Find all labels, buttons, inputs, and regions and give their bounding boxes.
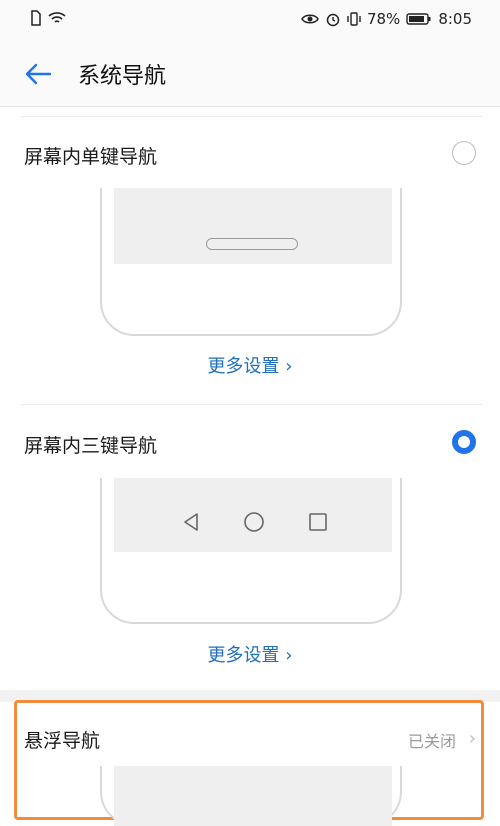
nav-back-icon [184,513,198,531]
nav-pill-icon [206,238,298,250]
sim-card-icon [31,10,41,26]
phone-screen [114,188,392,264]
status-right: 78% 8:05 [301,10,472,28]
status-time: 8:05 [438,10,472,28]
radio-single-key[interactable] [452,141,476,165]
battery-icon [406,13,431,25]
battery-percent: 78% [366,10,401,28]
nav-recent-icon [309,513,327,531]
alarm-icon [326,13,340,27]
radio-three-key[interactable] [452,430,476,454]
header: 系统导航 [0,40,500,107]
status-left [30,10,66,26]
option-three-key-label[interactable]: 屏幕内三键导航 [24,431,157,458]
eye-icon [301,14,319,24]
phone-preview-three-key [100,478,402,624]
divider [20,116,482,117]
wifi-icon [48,12,66,23]
divider [20,404,482,405]
back-button[interactable] [20,56,56,92]
floating-nav-status: 已关闭 [407,732,456,751]
more-settings-link-2[interactable]: 更多设置 › [0,641,500,667]
phone-preview-single-key [100,188,402,336]
option-single-key-label[interactable]: 屏幕内单键导航 [24,142,157,169]
phone-preview-floating [100,766,402,826]
nav-home-icon [244,512,264,532]
phone-screen [114,478,392,552]
phone-screen [114,766,392,826]
status-bar: 78% 8:05 [0,0,500,40]
vibrate-icon [347,12,361,26]
back-arrow-icon [25,63,52,85]
chevron-right-icon: › [468,728,476,749]
more-settings-link-1[interactable]: 更多设置 › [0,352,500,378]
option-floating-nav-label[interactable]: 悬浮导航 [24,726,100,753]
page-title: 系统导航 [78,64,167,89]
